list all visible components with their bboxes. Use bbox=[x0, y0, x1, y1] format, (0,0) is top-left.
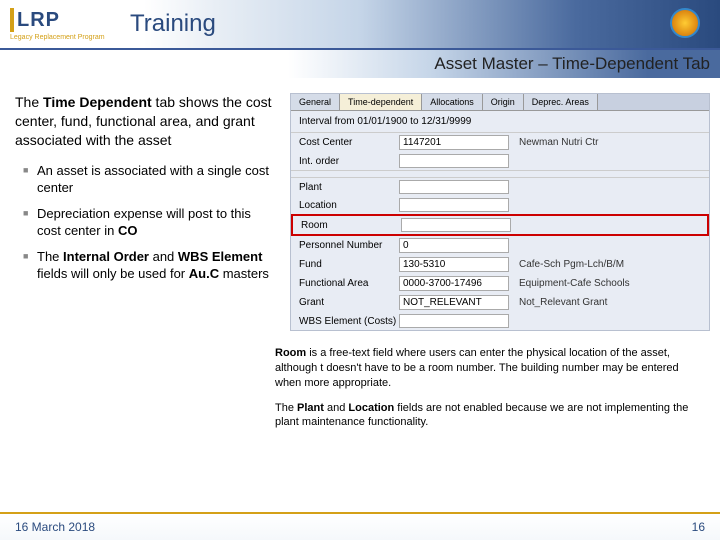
sap-tabstrip: General Time-dependent Allocations Origi… bbox=[291, 94, 709, 111]
grant-input[interactable]: NOT_RELEVANT bbox=[399, 295, 509, 310]
left-column: The Time Dependent tab shows the cost ce… bbox=[15, 93, 275, 331]
field-cost-center: Cost Center 1147201 Newman Nutri Ctr bbox=[291, 133, 709, 152]
logo-text: LRP bbox=[17, 9, 60, 32]
tab-allocations[interactable]: Allocations bbox=[422, 94, 483, 110]
fund-input[interactable]: 130-5310 bbox=[399, 257, 509, 272]
field-functional-area: Functional Area 0000-3700-17496 Equipmen… bbox=[291, 274, 709, 293]
field-location: Location bbox=[291, 196, 709, 214]
bullet-item: The Internal Order and WBS Element field… bbox=[23, 248, 275, 283]
personnel-input[interactable]: 0 bbox=[399, 238, 509, 253]
slide-footer: 16 March 2018 16 bbox=[0, 512, 720, 540]
field-personnel-number: Personnel Number 0 bbox=[291, 236, 709, 255]
room-input[interactable] bbox=[401, 218, 511, 232]
header-title: Training bbox=[130, 10, 216, 38]
location-input[interactable] bbox=[399, 198, 509, 212]
wbs-input[interactable] bbox=[399, 314, 509, 328]
tab-time-dependent[interactable]: Time-dependent bbox=[340, 94, 422, 110]
note-plant-location: The Plant and Location fields are not en… bbox=[275, 401, 705, 431]
logo: LRP bbox=[10, 8, 60, 32]
int-order-input[interactable] bbox=[399, 154, 509, 168]
field-fund: Fund 130-5310 Cafe-Sch Pgm-Lch/B/M bbox=[291, 255, 709, 274]
tab-origin[interactable]: Origin bbox=[483, 94, 524, 110]
interval-label: Interval from 01/01/1900 to 12/31/9999 bbox=[291, 111, 709, 133]
field-room: Room bbox=[291, 214, 709, 236]
field-grant: Grant NOT_RELEVANT Not_Relevant Grant bbox=[291, 293, 709, 312]
bullet-item: Depreciation expense will post to this c… bbox=[23, 205, 275, 240]
note-room: Room is a free-text field where users ca… bbox=[275, 346, 705, 391]
plant-input[interactable] bbox=[399, 180, 509, 194]
footer-page: 16 bbox=[692, 520, 705, 534]
slide-header: LRP Legacy Replacement Program Training bbox=[0, 0, 720, 50]
intro-text: The Time Dependent tab shows the cost ce… bbox=[15, 93, 275, 150]
functional-area-input[interactable]: 0000-3700-17496 bbox=[399, 276, 509, 291]
bullet-item: An asset is associated with a single cos… bbox=[23, 162, 275, 197]
tab-general[interactable]: General bbox=[291, 94, 340, 110]
field-plant: Plant bbox=[291, 178, 709, 196]
sap-screenshot: General Time-dependent Allocations Origi… bbox=[290, 93, 710, 331]
tab-deprec-areas[interactable]: Deprec. Areas bbox=[524, 94, 598, 110]
slide-subtitle: Asset Master – Time-Dependent Tab bbox=[434, 54, 710, 74]
footer-date: 16 March 2018 bbox=[15, 520, 95, 534]
subtitle-bar: Asset Master – Time-Dependent Tab bbox=[0, 50, 720, 78]
notes-area: Room is a free-text field where users ca… bbox=[275, 346, 720, 430]
field-int-order: Int. order bbox=[291, 152, 709, 170]
logo-subtitle: Legacy Replacement Program bbox=[10, 34, 105, 41]
field-wbs-element: WBS Element (Costs) bbox=[291, 312, 709, 330]
badge-icon bbox=[670, 8, 700, 38]
cost-center-input[interactable]: 1147201 bbox=[399, 135, 509, 150]
bullet-list: An asset is associated with a single cos… bbox=[15, 162, 275, 283]
